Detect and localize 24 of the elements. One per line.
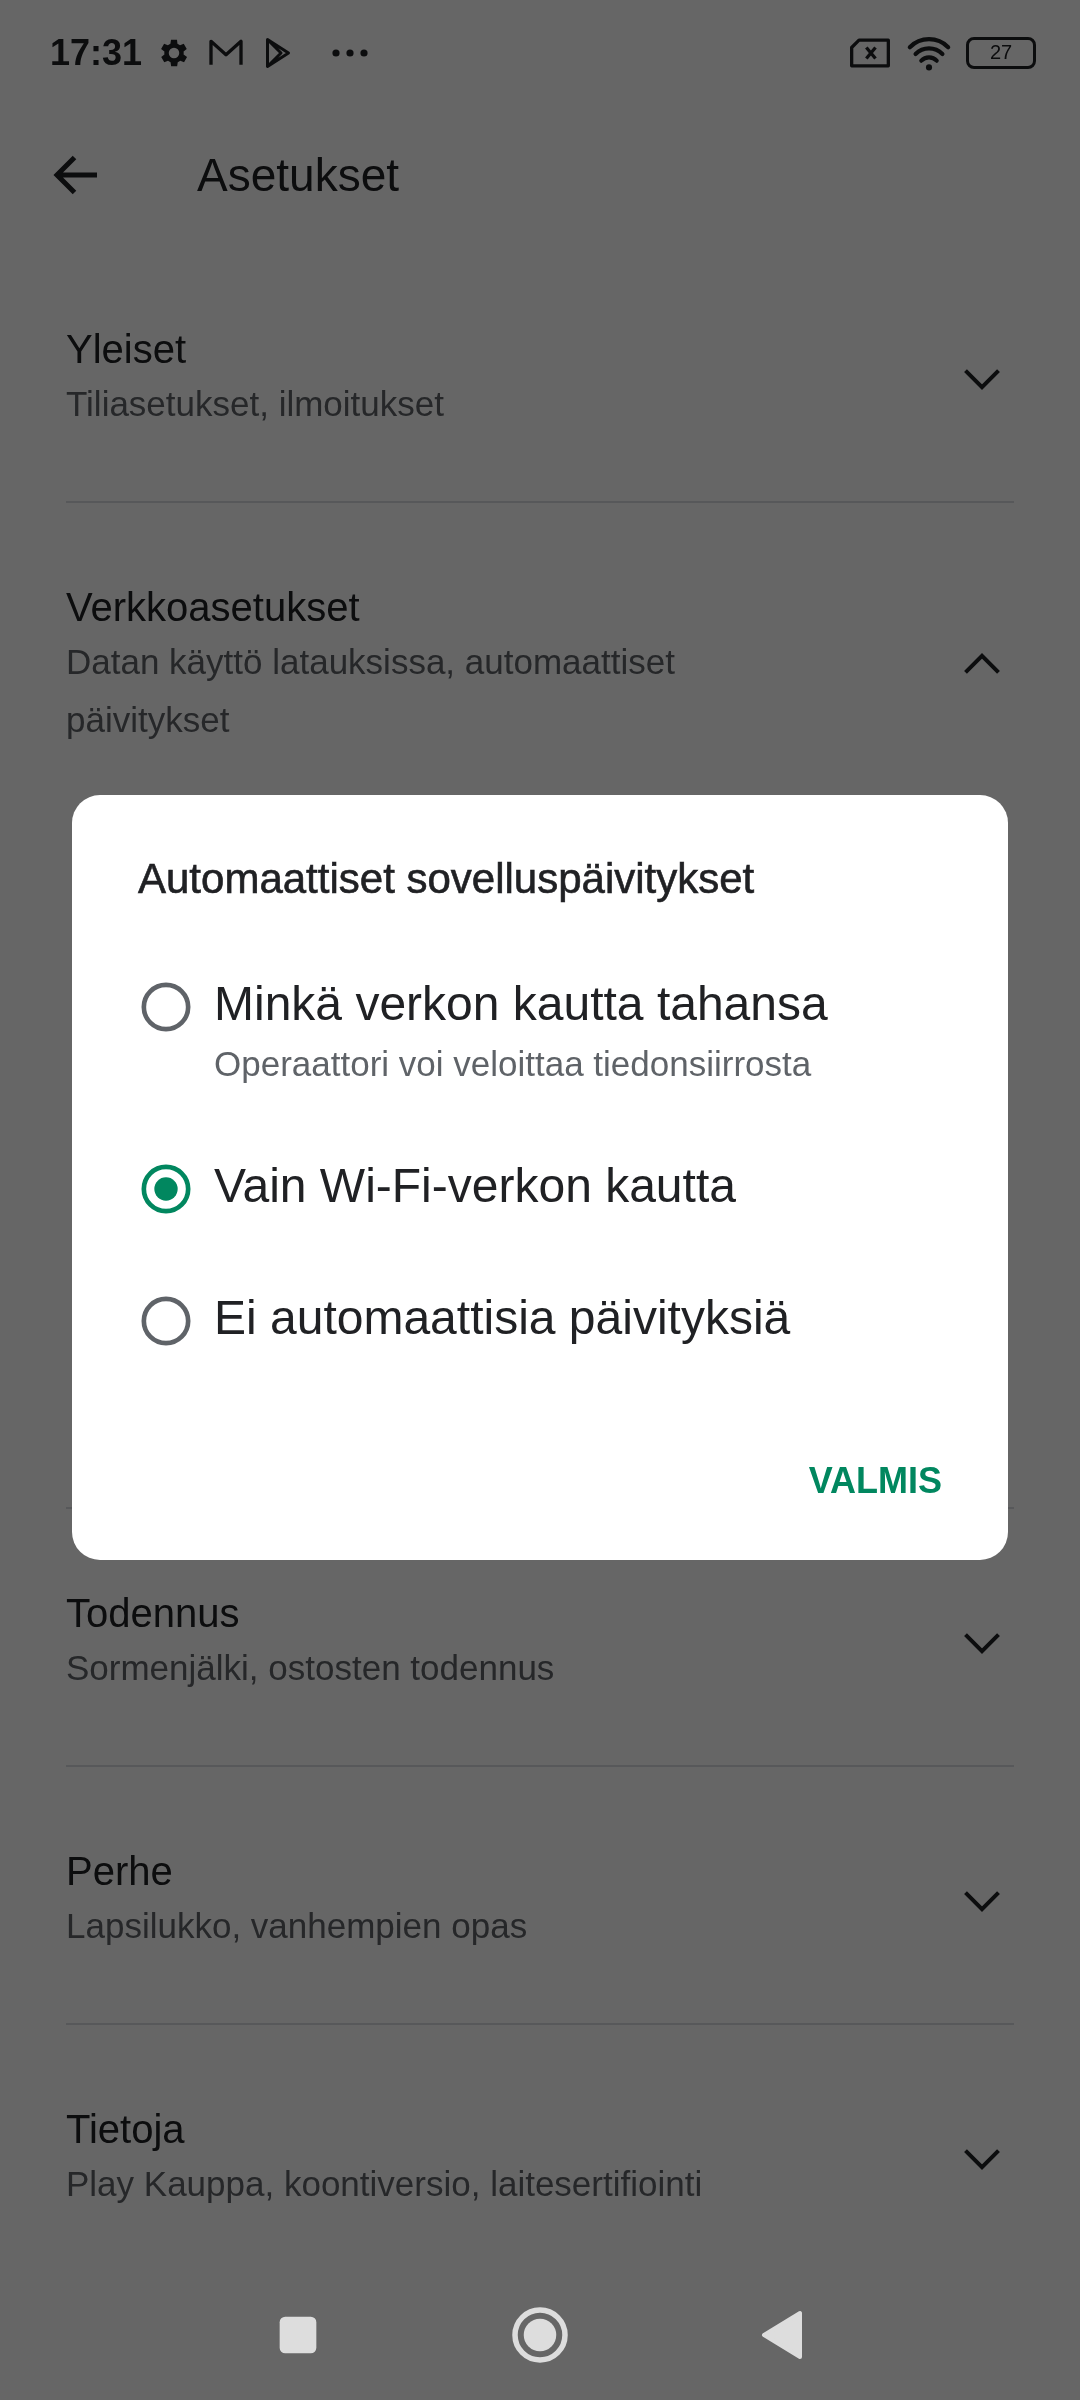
- page-title: Asetukset: [197, 148, 399, 202]
- section-title: Tietoja: [66, 2106, 186, 2153]
- settings-section[interactable]: Perhe Lapsilukko, vanhempien opas: [66, 1767, 1014, 2025]
- section-subtitle: Lapsilukko, vanhempien opas: [66, 1905, 529, 1947]
- settings-section[interactable]: Tietoja Play Kauppa, koontiversio, laitesertifiointi: [66, 2025, 1014, 2281]
- section-title: Perhe: [66, 1848, 174, 1895]
- section-title: Verkkoasetukset: [66, 584, 361, 631]
- status-time: 17:31: [50, 31, 143, 74]
- dialog-title: Automaattiset sovelluspäivitykset: [138, 855, 756, 903]
- done-button[interactable]: VALMIS: [808, 1452, 942, 1510]
- settings-section[interactable]: Yleiset Tiliasetukset, ilmoitukset: [66, 245, 1014, 503]
- section-subtitle: Datan käyttö latauksissa, automaattiset päivitykset: [66, 641, 676, 741]
- home-circle-icon[interactable]: [510, 2305, 570, 2365]
- battery-level: 27: [966, 36, 1036, 69]
- radio-option[interactable]: Vain Wi-Fi-verkon kautta: [138, 1151, 942, 1221]
- section-subtitle: Play Kauppa, koontiversio, laitesertifiointi: [66, 2163, 704, 2205]
- radio-option[interactable]: Minkä verkon kautta tahansa Operaattori voi veloittaa tiedonsiirrosta: [138, 969, 942, 1089]
- section-subtitle: Tiliasetukset, ilmoitukset: [66, 383, 445, 425]
- section-title: Todennus: [66, 1590, 241, 1637]
- back-triangle-icon[interactable]: [760, 2310, 804, 2360]
- section-subtitle: Sormenjälki, ostosten todennus: [66, 1647, 556, 1689]
- more-dots-icon: [330, 48, 371, 57]
- section-title: Yleiset: [66, 326, 188, 373]
- radio-option[interactable]: Ei automaattisia päivityksiä: [138, 1283, 942, 1353]
